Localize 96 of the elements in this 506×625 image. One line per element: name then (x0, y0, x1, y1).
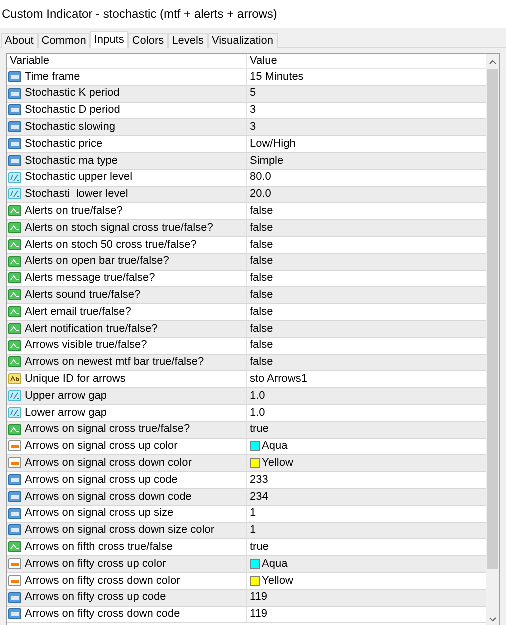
value-cell[interactable]: false (250, 304, 274, 320)
value-cell[interactable]: 15 Minutes (250, 68, 304, 86)
variable-name: Stochastic D period (25, 103, 120, 118)
variable-name: Upper arrow gap (25, 388, 107, 404)
integer-icon (8, 490, 22, 504)
value-cell[interactable]: false (250, 270, 274, 287)
value-cell[interactable]: Yellow (262, 454, 294, 472)
text-icon (8, 372, 22, 386)
variable-name: Arrows on newest mtf bar true/false? (25, 355, 204, 370)
value-cell[interactable]: false (250, 287, 274, 304)
decimal-icon (8, 170, 22, 185)
variable-name: Stochastic K period (25, 86, 120, 102)
column-header[interactable]: Value (247, 54, 486, 68)
value-cell[interactable]: true (250, 421, 269, 438)
tab[interactable]: Visualization (208, 33, 278, 48)
integer-icon (8, 137, 22, 152)
integer-icon (8, 607, 22, 622)
tab[interactable]: Common (38, 33, 90, 48)
value-cell[interactable]: Yellow (262, 572, 294, 590)
variable-name: Arrows on fifty cross down color (25, 574, 180, 589)
integer-icon (8, 86, 22, 101)
value-cell[interactable]: 119 (250, 606, 268, 623)
integer-icon (8, 473, 22, 488)
value-cell[interactable]: true (250, 538, 269, 556)
value-cell[interactable]: sto Arrows1 (250, 371, 308, 388)
decimal-icon (8, 389, 22, 404)
value-cell[interactable]: 1.0 (250, 404, 266, 422)
variable-name: Lower arrow gap (25, 406, 107, 421)
value-cell[interactable]: 1 (250, 505, 256, 522)
integer-icon (8, 506, 22, 521)
variable-name: Arrows on signal cross down size color (25, 523, 215, 538)
value-cell[interactable]: false (250, 354, 274, 371)
value-cell[interactable]: Simple (250, 152, 284, 170)
value-cell[interactable]: 233 (250, 472, 268, 488)
value-cell[interactable]: false (250, 337, 274, 354)
variable-name: Alerts on true/false? (25, 204, 123, 220)
variable-name: Alerts message true/false? (25, 271, 156, 286)
value-cell[interactable]: Aqua (262, 438, 288, 455)
variable-name: Stochastic upper level (25, 170, 133, 186)
value-cell[interactable]: false (250, 203, 274, 220)
variable-name: Arrows on signal cross up code (25, 472, 178, 488)
value-cell[interactable]: 3 (250, 102, 256, 119)
variable-name: Arrows on signal cross up size (25, 506, 174, 522)
value-cell[interactable]: false (250, 253, 274, 270)
variable-name: Arrows on fifty cross up code (25, 590, 166, 606)
value-cell[interactable]: 1.0 (250, 388, 266, 404)
variable-name: Arrows on fifth cross true/false (25, 540, 173, 555)
value-cell[interactable]: 234 (250, 488, 268, 506)
variable-name: Unique ID for arrows (25, 372, 126, 387)
variable-name: Stochastic slowing (25, 120, 116, 136)
variable-name: Alert notification true/false? (25, 322, 158, 337)
value-cell[interactable]: false (250, 236, 274, 254)
variable-name: Stochastic ma type (25, 154, 118, 169)
variable-name: Time frame (25, 70, 80, 85)
tab[interactable]: Levels (168, 33, 208, 48)
tab[interactable]: About (1, 33, 38, 48)
decimal-icon (8, 187, 22, 202)
value-cell[interactable]: 3 (250, 119, 256, 136)
scrollbar[interactable] (486, 54, 499, 625)
variable-name: Alerts on stoch signal cross true/false? (25, 220, 214, 236)
value-cell[interactable]: 80.0 (250, 169, 272, 186)
variable-name: Stochastic price (25, 136, 103, 152)
variable-name: Arrows visible true/false? (25, 338, 148, 354)
variable-name: Arrows on signal cross true/false? (25, 422, 190, 438)
value-cell[interactable]: Low/High (250, 136, 296, 152)
integer-icon (8, 120, 22, 134)
scroll-down-icon[interactable] (488, 617, 496, 623)
value-cell[interactable]: 1 (250, 522, 256, 539)
variable-name: Alerts on open bar true/false? (25, 254, 170, 270)
integer-icon (8, 523, 22, 538)
decimal-icon (8, 406, 22, 420)
variable-name: Alerts on stoch 50 cross true/false? (25, 238, 197, 253)
scroll-up-icon[interactable] (488, 59, 496, 65)
variable-name: Arrows on fifty cross up color (25, 556, 166, 572)
value-cell[interactable]: false (250, 320, 274, 338)
value-cell[interactable]: 5 (250, 85, 256, 102)
value-cell[interactable]: 119 (250, 589, 268, 606)
integer-icon (8, 70, 22, 84)
tab[interactable]: Colors (128, 33, 168, 48)
variable-name: Alert email true/false? (25, 304, 132, 320)
variable-name: Stochasti lower level (25, 187, 128, 202)
value-cell[interactable]: Aqua (262, 556, 288, 572)
variable-name: Arrows on signal cross down color (25, 456, 192, 471)
scroll-thumb[interactable] (487, 69, 498, 569)
variable-name: Arrows on fifty cross down code (25, 607, 180, 622)
value-cell[interactable]: 20.0 (250, 186, 272, 203)
variable-name: Arrows on signal cross up color (25, 439, 178, 454)
integer-icon (8, 590, 22, 605)
variable-name: Arrows on signal cross down code (25, 490, 192, 505)
integer-icon (8, 103, 22, 118)
tab[interactable]: Inputs (90, 31, 128, 48)
window-title: Custom Indicator - stochastic (mtf + alerts + arrows) (2, 6, 278, 23)
variable-name: Alerts sound true/false? (25, 288, 141, 304)
integer-icon (8, 154, 22, 168)
value-cell[interactable]: false (250, 220, 274, 236)
column-header[interactable]: Variable (7, 54, 247, 68)
